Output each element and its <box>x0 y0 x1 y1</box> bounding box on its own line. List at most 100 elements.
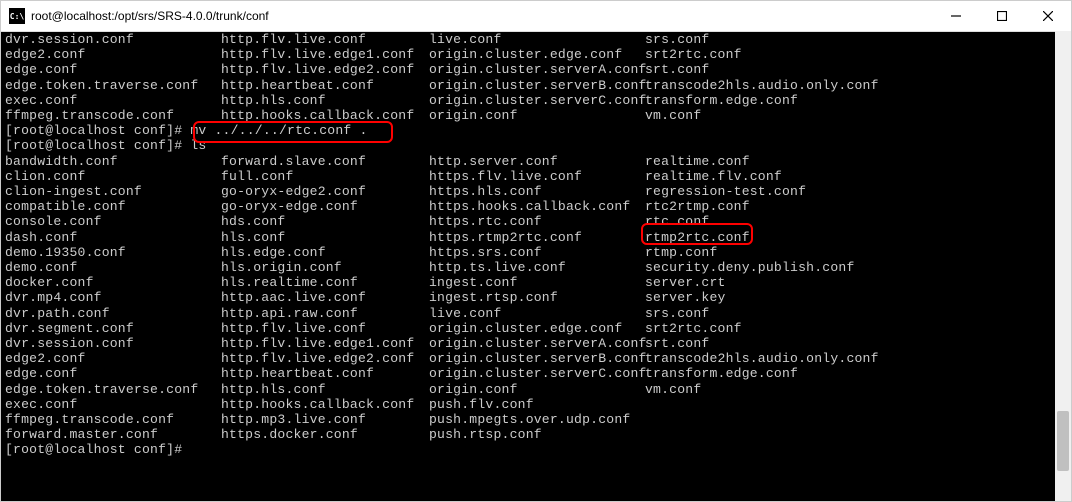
file-cell: push.flv.conf <box>429 397 645 412</box>
scrollbar[interactable] <box>1055 31 1071 501</box>
file-cell: dvr.session.conf <box>5 336 221 351</box>
file-cell: http.flv.live.conf <box>221 32 429 47</box>
file-cell: origin.cluster.serverB.conf <box>429 78 645 93</box>
file-cell: rtc.conf <box>645 214 1067 229</box>
minimize-button[interactable] <box>933 1 979 31</box>
file-cell: realtime.flv.conf <box>645 169 1067 184</box>
file-row: dash.confhls.confhttps.rtmp2rtc.confrtmp… <box>5 230 1067 245</box>
file-cell: origin.cluster.edge.conf <box>429 321 645 336</box>
file-row: clion-ingest.confgo-oryx-edge2.confhttps… <box>5 184 1067 199</box>
terminal-body[interactable]: dvr.session.confhttp.flv.live.conflive.c… <box>1 32 1071 501</box>
file-cell: http.hooks.callback.conf <box>221 108 429 123</box>
file-cell: edge2.conf <box>5 351 221 366</box>
file-cell: origin.conf <box>429 108 645 123</box>
file-cell: vm.conf <box>645 108 1067 123</box>
file-row: edge.token.traverse.confhttp.hls.confori… <box>5 382 1067 397</box>
file-row: exec.confhttp.hls.conforigin.cluster.ser… <box>5 93 1067 108</box>
file-cell: http.heartbeat.conf <box>221 78 429 93</box>
file-cell: clion-ingest.conf <box>5 184 221 199</box>
file-cell: dvr.session.conf <box>5 32 221 47</box>
file-cell: edge.token.traverse.conf <box>5 78 221 93</box>
file-cell: http.ts.live.conf <box>429 260 645 275</box>
file-row: clion.conffull.confhttps.flv.live.confre… <box>5 169 1067 184</box>
file-cell: http.hooks.callback.conf <box>221 397 429 412</box>
file-row: bandwidth.confforward.slave.confhttp.ser… <box>5 154 1067 169</box>
file-cell: srs.conf <box>645 306 1067 321</box>
file-cell: http.hls.conf <box>221 382 429 397</box>
file-cell: http.flv.live.edge1.conf <box>221 336 429 351</box>
file-cell: hls.realtime.conf <box>221 275 429 290</box>
scrollbar-thumb[interactable] <box>1057 411 1069 471</box>
file-cell: regression-test.conf <box>645 184 1067 199</box>
file-cell: https.docker.conf <box>221 427 429 442</box>
file-cell: http.mp3.live.conf <box>221 412 429 427</box>
file-cell: live.conf <box>429 32 645 47</box>
file-cell: origin.cluster.serverA.conf <box>429 62 645 77</box>
file-row: dvr.path.confhttp.api.raw.conflive.confs… <box>5 306 1067 321</box>
file-cell: security.deny.publish.conf <box>645 260 1067 275</box>
file-row: dvr.session.confhttp.flv.live.edge1.conf… <box>5 336 1067 351</box>
file-row: demo.19350.confhls.edge.confhttps.srs.co… <box>5 245 1067 260</box>
file-cell: rtc2rtmp.conf <box>645 199 1067 214</box>
file-row: edge.confhttp.flv.live.edge2.conforigin.… <box>5 62 1067 77</box>
file-cell: clion.conf <box>5 169 221 184</box>
file-row: dvr.segment.confhttp.flv.live.conforigin… <box>5 321 1067 336</box>
file-cell: demo.19350.conf <box>5 245 221 260</box>
file-cell: edge.conf <box>5 366 221 381</box>
window-title: root@localhost:/opt/srs/SRS-4.0.0/trunk/… <box>31 9 933 23</box>
file-cell: live.conf <box>429 306 645 321</box>
file-cell <box>645 427 1067 442</box>
close-button[interactable] <box>1025 1 1071 31</box>
prompt-empty: [root@localhost conf]# <box>5 442 1067 457</box>
file-cell: http.flv.live.edge1.conf <box>221 47 429 62</box>
file-cell: https.hooks.callback.conf <box>429 199 645 214</box>
file-cell: server.crt <box>645 275 1067 290</box>
file-row: edge2.confhttp.flv.live.edge1.conforigin… <box>5 47 1067 62</box>
prompt-ls: [root@localhost conf]# ls <box>5 138 1067 153</box>
file-row: exec.confhttp.hooks.callback.confpush.fl… <box>5 397 1067 412</box>
file-cell: srt.conf <box>645 62 1067 77</box>
file-cell: go-oryx-edge.conf <box>221 199 429 214</box>
file-row: ffmpeg.transcode.confhttp.mp3.live.confp… <box>5 412 1067 427</box>
file-cell: transcode2hls.audio.only.conf <box>645 78 1067 93</box>
file-cell: http.api.raw.conf <box>221 306 429 321</box>
file-cell: origin.cluster.serverC.conf <box>429 93 645 108</box>
file-cell: transcode2hls.audio.only.conf <box>645 351 1067 366</box>
file-cell: go-oryx-edge2.conf <box>221 184 429 199</box>
file-cell: hls.conf <box>221 230 429 245</box>
file-row: compatible.confgo-oryx-edge.confhttps.ho… <box>5 199 1067 214</box>
file-cell: https.flv.live.conf <box>429 169 645 184</box>
file-cell: dvr.mp4.conf <box>5 290 221 305</box>
file-cell: edge.token.traverse.conf <box>5 382 221 397</box>
titlebar[interactable]: C:\ root@localhost:/opt/srs/SRS-4.0.0/tr… <box>1 1 1071 32</box>
file-cell: https.rtc.conf <box>429 214 645 229</box>
file-cell: ingest.conf <box>429 275 645 290</box>
file-cell: srs.conf <box>645 32 1067 47</box>
terminal-window: C:\ root@localhost:/opt/srs/SRS-4.0.0/tr… <box>0 0 1072 502</box>
file-cell: http.heartbeat.conf <box>221 366 429 381</box>
file-cell: ffmpeg.transcode.conf <box>5 108 221 123</box>
file-row: edge.token.traverse.confhttp.heartbeat.c… <box>5 78 1067 93</box>
file-cell: http.flv.live.conf <box>221 321 429 336</box>
file-row: edge2.confhttp.flv.live.edge2.conforigin… <box>5 351 1067 366</box>
file-cell: http.flv.live.edge2.conf <box>221 351 429 366</box>
file-cell: exec.conf <box>5 397 221 412</box>
maximize-button[interactable] <box>979 1 1025 31</box>
file-cell <box>645 397 1067 412</box>
file-cell: rtmp2rtc.conf <box>645 230 1067 245</box>
file-cell <box>645 412 1067 427</box>
file-cell: docker.conf <box>5 275 221 290</box>
file-cell: origin.cluster.serverC.conf <box>429 366 645 381</box>
app-icon: C:\ <box>9 8 25 24</box>
prompt-mv: [root@localhost conf]# mv ../../../rtc.c… <box>5 123 1067 138</box>
file-cell: console.conf <box>5 214 221 229</box>
file-row: console.confhds.confhttps.rtc.confrtc.co… <box>5 214 1067 229</box>
file-cell: origin.cluster.serverA.conf <box>429 336 645 351</box>
file-row: demo.confhls.origin.confhttp.ts.live.con… <box>5 260 1067 275</box>
file-cell: server.key <box>645 290 1067 305</box>
file-cell: hls.edge.conf <box>221 245 429 260</box>
file-cell: http.server.conf <box>429 154 645 169</box>
file-cell: https.srs.conf <box>429 245 645 260</box>
file-cell: edge2.conf <box>5 47 221 62</box>
file-cell: origin.conf <box>429 382 645 397</box>
